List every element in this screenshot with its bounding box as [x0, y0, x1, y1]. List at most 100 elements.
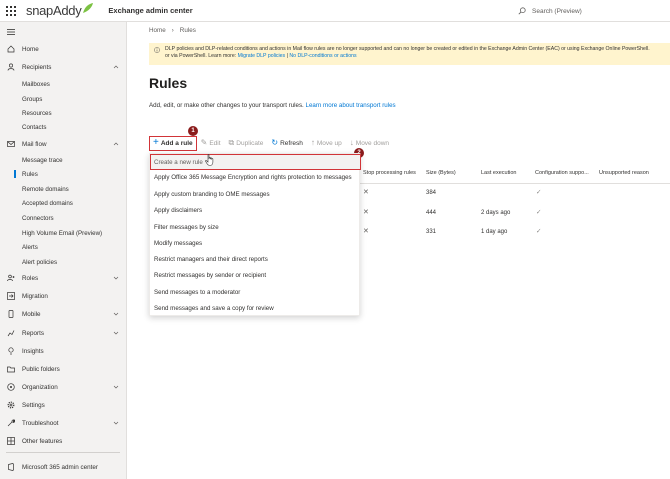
arrow-down-icon: ↓ [349, 138, 354, 147]
brand-name: snapAddy [26, 3, 82, 18]
page-description: Add, edit, or make other changes to your… [149, 102, 396, 109]
table-cell-size: 331 [426, 229, 437, 235]
column-header-stop-processing[interactable]: Stop processing rules [363, 170, 416, 176]
copy-icon: ⧉ [228, 138, 235, 147]
nav-sub-alerts[interactable]: Alerts [22, 241, 38, 253]
nav-sub-contacts[interactable]: Contacts [22, 121, 46, 133]
active-indicator [14, 170, 16, 178]
menu-item-modify-messages[interactable]: Modify messages [154, 240, 202, 247]
nav-sub-alert-policies[interactable]: Alert policies [22, 256, 57, 268]
nav-sub-rules[interactable]: Rules [22, 168, 38, 180]
nav-item-home[interactable]: Home [0, 42, 127, 56]
migrate-dlp-link[interactable]: Migrate DLP policies [238, 53, 285, 59]
chevron-down-icon [113, 276, 119, 280]
dlp-warning-banner: DLP policies and DLP-related conditions … [149, 43, 670, 65]
chevron-down-icon [113, 421, 119, 425]
nav-item-recipients[interactable]: Recipients [0, 60, 127, 74]
menu-item-filter-by-size[interactable]: Filter messages by size [154, 224, 219, 231]
menu-item-ome-branding[interactable]: Apply custom branding to OME messages [154, 191, 270, 198]
grid-icon [7, 437, 15, 445]
table-cell-size: 384 [426, 190, 437, 196]
hand-cursor-icon [205, 154, 214, 166]
nav-item-reports[interactable]: Reports [0, 326, 127, 340]
column-header-size[interactable]: Size (Bytes) [426, 170, 456, 176]
no-dlp-conditions-link[interactable]: No DLP-conditions or actions [289, 53, 356, 59]
person-icon [7, 63, 15, 71]
menu-item-ome-encryption[interactable]: Apply Office 365 Message Encryption and … [154, 174, 352, 181]
reports-icon [7, 329, 15, 337]
duplicate-button[interactable]: ⧉ Duplicate [229, 136, 264, 150]
menu-item-restrict-sender-recipient[interactable]: Restrict messages by sender or recipient [154, 272, 266, 279]
wrench-icon [7, 419, 15, 427]
office-icon [7, 463, 15, 471]
nav-sub-resources[interactable]: Resources [22, 107, 52, 119]
cross-icon: ✕ [363, 189, 369, 196]
nav-item-public-folders[interactable]: Public folders [0, 362, 127, 376]
page-title: Rules [149, 75, 188, 91]
column-header-last-execution[interactable]: Last execution [481, 170, 516, 176]
app-title: Exchange admin center [108, 6, 193, 15]
nav-collapse-button[interactable] [0, 25, 127, 39]
nav-item-organization[interactable]: Organization [0, 380, 127, 394]
breadcrumb: Home › Rules [149, 27, 196, 34]
nav-item-other-features[interactable]: Other features [0, 434, 127, 448]
check-icon: ✓ [536, 228, 542, 235]
nav-sub-groups[interactable]: Groups [22, 93, 42, 105]
nav-sub-accepted-domains[interactable]: Accepted domains [22, 197, 73, 209]
learn-more-link[interactable]: Learn more about transport rules [306, 102, 396, 109]
move-up-button[interactable]: ↑ Move up [311, 136, 342, 150]
check-icon: ✓ [536, 209, 542, 216]
app-launcher-icon[interactable] [0, 0, 22, 22]
pencil-icon: ✎ [200, 138, 208, 147]
nav-item-insights[interactable]: Insights [0, 344, 127, 358]
top-header: snapAddy Exchange admin center Search (P… [0, 0, 670, 22]
refresh-button[interactable]: ↻ Refresh [271, 136, 302, 150]
edit-button[interactable]: ✎ Edit [201, 136, 221, 150]
brand-logo[interactable]: snapAddy [26, 2, 94, 18]
menu-item-create-new-rule[interactable]: Create a new rule [150, 154, 361, 170]
chevron-down-icon [113, 331, 119, 335]
menu-item-restrict-managers[interactable]: Restrict managers and their direct repor… [154, 256, 268, 263]
nav-item-settings[interactable]: Settings [0, 398, 127, 412]
banner-text: DLP policies and DLP-related conditions … [165, 46, 650, 59]
nav-sub-remote-domains[interactable]: Remote domains [22, 183, 69, 195]
menu-item-send-to-moderator[interactable]: Send messages to a moderator [154, 289, 240, 296]
arrow-up-icon: ↑ [310, 138, 315, 147]
nav-item-m365-admin-center[interactable]: Microsoft 365 admin center [0, 460, 127, 474]
roles-icon [7, 274, 15, 282]
nav-item-migration[interactable]: Migration [0, 289, 127, 303]
refresh-icon: ↻ [271, 138, 279, 147]
table-cell-last-execution: 1 day ago [481, 229, 508, 235]
plus-icon: + [153, 137, 159, 148]
nav-sub-connectors[interactable]: Connectors [22, 212, 54, 224]
column-header-unsupported-reason[interactable]: Unsupported reason [599, 170, 649, 176]
cross-icon: ✕ [363, 228, 369, 235]
mail-icon [7, 140, 15, 148]
hamburger-icon [7, 28, 15, 36]
chevron-up-icon [113, 65, 119, 69]
nav-item-mail-flow[interactable]: Mail flow [0, 137, 127, 151]
breadcrumb-home[interactable]: Home [149, 27, 166, 34]
chevron-down-icon [113, 312, 119, 316]
info-icon [154, 47, 160, 53]
search-box[interactable]: Search (Preview) [518, 4, 670, 18]
column-header-config-support[interactable]: Configuration suppo... [535, 170, 589, 176]
nav-item-mobile[interactable]: Mobile [0, 307, 127, 321]
nav-item-roles[interactable]: Roles [0, 271, 127, 285]
search-placeholder: Search (Preview) [532, 7, 582, 15]
organization-icon [7, 383, 15, 391]
menu-item-send-and-save-copy[interactable]: Send messages and save a copy for review [154, 305, 274, 312]
migration-icon [7, 292, 15, 300]
nav-item-troubleshoot[interactable]: Troubleshoot [0, 416, 127, 430]
nav-sub-mailboxes[interactable]: Mailboxes [22, 78, 50, 90]
lightbulb-icon [7, 347, 15, 355]
search-icon [518, 7, 526, 15]
home-icon [7, 45, 15, 53]
table-cell-last-execution: 2 days ago [481, 210, 511, 216]
nav-sub-message-trace[interactable]: Message trace [22, 154, 63, 166]
add-rule-button[interactable]: + Add a rule [149, 135, 197, 151]
nav-sub-high-volume-email[interactable]: High Volume Email (Preview) [22, 227, 102, 239]
menu-item-disclaimers[interactable]: Apply disclaimers [154, 207, 202, 214]
left-nav: Home Recipients Mailboxes Groups Resourc… [0, 22, 127, 479]
add-rule-dropdown-menu: Create a new rule Apply Office 365 Messa… [149, 153, 361, 316]
